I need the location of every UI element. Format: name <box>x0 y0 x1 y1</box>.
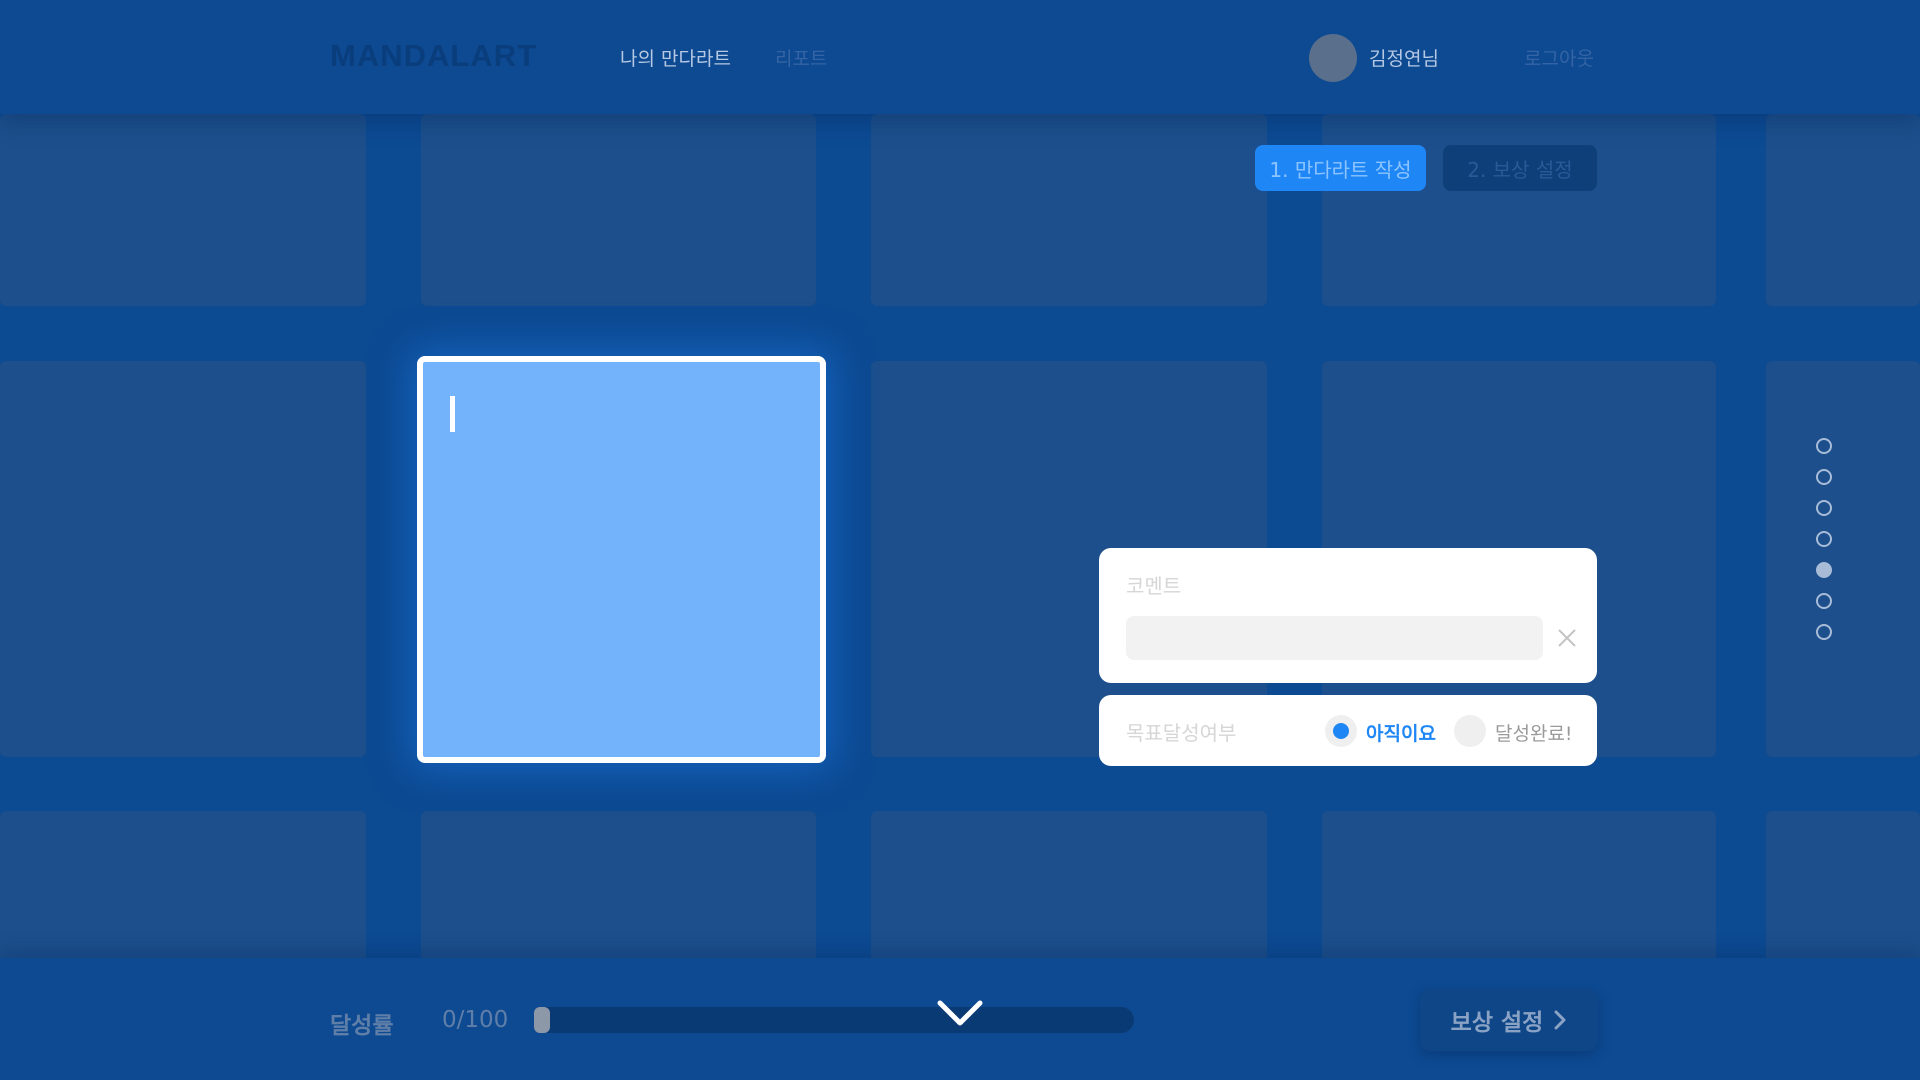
grid-cell[interactable] <box>1766 811 1920 971</box>
step-reward-setting[interactable]: 2. 보상 설정 <box>1443 145 1597 191</box>
grid-cell[interactable] <box>871 114 1267 306</box>
grid-cell[interactable] <box>0 114 366 306</box>
goal-status-panel: 목표달성여부 아직이요 달성완료! <box>1099 695 1597 766</box>
close-icon[interactable] <box>1555 626 1579 650</box>
radio-achieved-label[interactable]: 달성완료! <box>1495 719 1573 746</box>
user-name: 김정연님 <box>1369 48 1439 70</box>
grid-cell[interactable] <box>0 361 366 757</box>
radio-achieved[interactable] <box>1454 715 1486 747</box>
grid-cell[interactable] <box>1766 361 1920 757</box>
chevron-right-icon <box>1554 1010 1566 1030</box>
radio-not-yet-label[interactable]: 아직이요 <box>1366 719 1436 746</box>
page-dot[interactable] <box>1816 500 1832 516</box>
nav-my-mandalart[interactable]: 나의 만다라트 <box>620 44 731 71</box>
progress-label: 달성률 <box>330 1013 394 1039</box>
grid-cell[interactable] <box>871 811 1267 971</box>
comment-label: 코멘트 <box>1126 574 1182 598</box>
reward-button-label: 보상 설정 <box>1450 1010 1544 1036</box>
page-dot[interactable] <box>1816 469 1832 485</box>
nav-report[interactable]: 리포트 <box>775 44 827 71</box>
page-dot[interactable] <box>1816 438 1832 454</box>
page-dot[interactable] <box>1816 562 1832 578</box>
chevron-down-icon[interactable] <box>935 997 985 1029</box>
top-header: MANDALART 나의 만다라트 리포트 김정연님 로그아웃 <box>0 0 1920 114</box>
comment-input[interactable] <box>1126 616 1543 660</box>
grid-cell[interactable] <box>421 114 816 306</box>
app-logo[interactable]: MANDALART <box>330 38 537 74</box>
progress-bar <box>534 1007 1134 1033</box>
progress-count: 0/100 <box>442 1007 509 1033</box>
goal-cell-editor[interactable] <box>417 356 826 763</box>
text-cursor <box>450 396 455 432</box>
page-dot[interactable] <box>1816 531 1832 547</box>
logout-link[interactable]: 로그아웃 <box>1524 44 1594 71</box>
grid-cell[interactable] <box>1322 114 1716 306</box>
page-dot[interactable] <box>1816 593 1832 609</box>
progress-fill <box>534 1007 550 1033</box>
grid-cell[interactable] <box>1766 114 1920 306</box>
avatar[interactable] <box>1309 34 1357 82</box>
comment-panel: 코멘트 <box>1099 548 1597 683</box>
radio-not-yet[interactable] <box>1325 715 1357 747</box>
reward-setting-button[interactable]: 보상 설정 <box>1420 989 1598 1051</box>
grid-cell[interactable] <box>421 811 816 971</box>
goal-status-label: 목표달성여부 <box>1126 721 1237 745</box>
grid-cell[interactable] <box>1322 811 1716 971</box>
step-write-mandalart[interactable]: 1. 만다라트 작성 <box>1255 145 1426 191</box>
grid-cell[interactable] <box>0 811 366 971</box>
page-dot[interactable] <box>1816 624 1832 640</box>
